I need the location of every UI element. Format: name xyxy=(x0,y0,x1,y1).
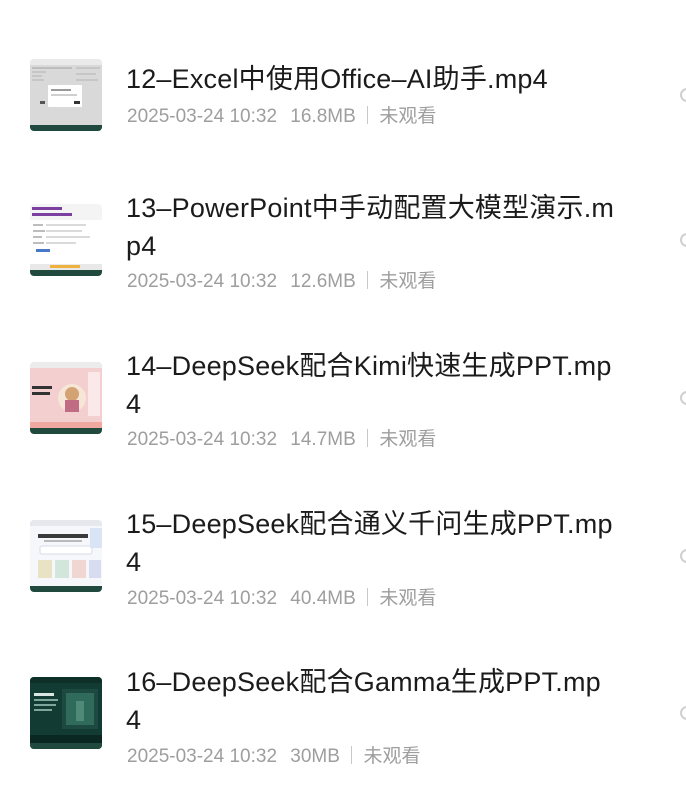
video-meta: 2025-03-24 10:32 40.4MB 未观看 xyxy=(127,587,436,611)
video-title: 12–Excel中使用Office–AI助手.mp4 xyxy=(126,64,548,94)
video-thumbnail[interactable] xyxy=(30,204,102,276)
video-title: 15–DeepSeek配合通义千问生成PPT.mp4 xyxy=(126,509,613,577)
item-action-indicator[interactable] xyxy=(680,233,686,247)
video-thumbnail[interactable] xyxy=(30,59,102,131)
video-date: 2025-03-24 10:32 xyxy=(127,588,278,609)
video-size: 12.6MB xyxy=(290,271,356,292)
item-action-indicator[interactable] xyxy=(680,391,686,405)
video-meta: 2025-03-24 10:32 30MB 未观看 xyxy=(127,745,421,769)
video-date: 2025-03-24 10:32 xyxy=(127,271,278,292)
item-action-indicator[interactable] xyxy=(680,706,686,720)
video-title: 14–DeepSeek配合Kimi快速生成PPT.mp4 xyxy=(126,351,612,419)
meta-divider xyxy=(367,271,369,289)
video-thumbnail[interactable] xyxy=(30,362,102,434)
watch-status: 未观看 xyxy=(379,106,437,127)
video-thumbnail[interactable] xyxy=(30,520,102,592)
video-date: 2025-03-24 10:32 xyxy=(127,429,278,450)
video-size: 30MB xyxy=(290,746,340,767)
watch-status: 未观看 xyxy=(379,588,437,609)
video-date: 2025-03-24 10:32 xyxy=(127,106,278,127)
item-action-indicator[interactable] xyxy=(680,549,686,563)
watch-status: 未观看 xyxy=(363,746,421,767)
meta-divider xyxy=(367,106,369,124)
video-size: 14.7MB xyxy=(290,429,356,450)
video-title: 13–PowerPoint中手动配置大模型演示.mp4 xyxy=(126,193,615,261)
video-date: 2025-03-24 10:32 xyxy=(127,746,278,767)
video-meta: 2025-03-24 10:32 12.6MB 未观看 xyxy=(127,270,436,294)
video-list: 12–Excel中使用Office–AI助手.mp4 2025-03-24 10… xyxy=(0,0,686,796)
video-size: 16.8MB xyxy=(290,106,356,127)
watch-status: 未观看 xyxy=(379,271,437,292)
video-meta: 2025-03-24 10:32 16.8MB 未观看 xyxy=(127,105,436,129)
watch-status: 未观看 xyxy=(379,429,437,450)
video-meta: 2025-03-24 10:32 14.7MB 未观看 xyxy=(127,428,436,452)
video-size: 40.4MB xyxy=(290,588,356,609)
video-thumbnail[interactable] xyxy=(30,677,102,749)
meta-divider xyxy=(367,429,369,447)
item-action-indicator[interactable] xyxy=(680,88,686,102)
meta-divider xyxy=(367,588,369,606)
video-title: 16–DeepSeek配合Gamma生成PPT.mp4 xyxy=(126,667,601,735)
meta-divider xyxy=(351,746,353,764)
